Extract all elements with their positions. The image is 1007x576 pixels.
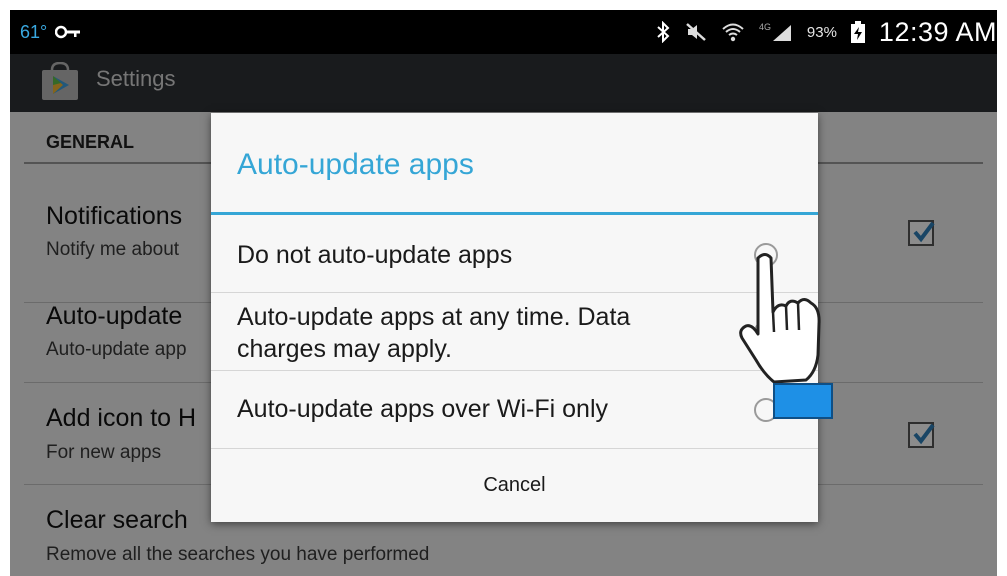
option-label: Auto-update apps over Wi-Fi only xyxy=(237,395,609,423)
auto-update-dialog: Auto-update apps Do not auto-update apps… xyxy=(211,113,818,522)
bluetooth-icon xyxy=(655,21,671,43)
status-right: 4G 93% 12:39 AM xyxy=(655,10,997,54)
wifi-icon xyxy=(721,21,745,43)
option-auto-update-wifi-only[interactable]: Auto-update apps over Wi-Fi only xyxy=(211,371,818,449)
option-do-not-auto-update[interactable]: Do not auto-update apps xyxy=(211,215,818,293)
cancel-button[interactable]: Cancel xyxy=(211,449,818,522)
device-screen: 61° 4G 93% 12:39 AM Settings GENERAL Not… xyxy=(10,10,997,576)
battery-percent: 93% xyxy=(806,23,837,41)
status-bar: 61° 4G 93% 12:39 AM xyxy=(10,10,997,54)
signal-icon: 4G xyxy=(759,21,793,43)
hand-pointer-icon xyxy=(739,253,833,419)
dialog-title: Auto-update apps xyxy=(237,148,474,181)
mute-icon xyxy=(685,21,707,43)
option-label: Do not auto-update apps xyxy=(237,241,513,269)
option-label-line2: charges may apply. xyxy=(237,335,452,363)
clock: 12:39 AM xyxy=(878,16,997,47)
battery-charging-icon xyxy=(850,21,865,43)
option-label-line1: Auto-update apps at any time. Data xyxy=(237,303,631,331)
svg-text:4G: 4G xyxy=(759,22,771,32)
key-icon xyxy=(55,25,81,39)
temperature-readout: 61° xyxy=(20,21,48,42)
status-left: 61° xyxy=(20,10,81,54)
option-auto-update-any-time[interactable]: Auto-update apps at any time. Data charg… xyxy=(211,293,818,371)
